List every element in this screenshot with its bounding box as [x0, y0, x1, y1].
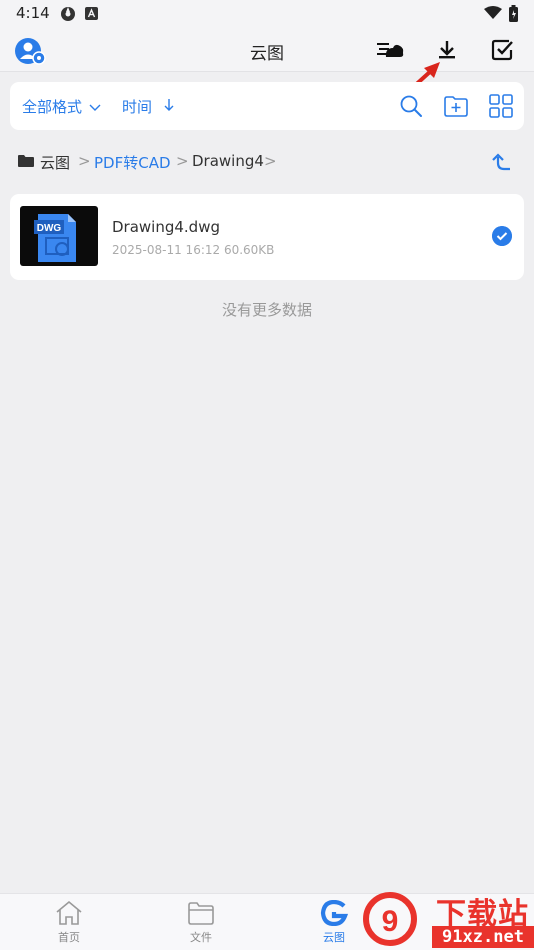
multi-select-icon[interactable]	[489, 37, 517, 63]
breadcrumb-separator: >	[264, 152, 277, 170]
selected-check-icon[interactable]	[492, 226, 512, 246]
svg-text:9: 9	[382, 905, 399, 938]
nav-tab-cloud[interactable]: 云图	[304, 900, 364, 948]
breadcrumb-root[interactable]: 云图	[40, 152, 70, 173]
status-bar: 4:14	[0, 0, 534, 28]
sync-status-icon	[61, 7, 75, 21]
home-icon	[56, 900, 82, 925]
breadcrumb-separator: >	[78, 152, 91, 170]
breadcrumb-current: Drawing4	[192, 152, 264, 170]
folder-icon	[18, 155, 34, 167]
format-filter-label: 全部格式	[22, 98, 83, 116]
file-name: Drawing4.dwg	[112, 218, 220, 236]
sort-time-button[interactable]: 时间	[122, 96, 175, 117]
arrow-down-icon	[164, 99, 174, 111]
app-notification-icon	[85, 7, 98, 20]
search-icon[interactable]	[398, 93, 424, 119]
nav-tab-cloud-label: 云图	[323, 931, 345, 944]
grid-view-icon[interactable]	[488, 93, 514, 119]
filter-toolbar: 全部格式 时间	[10, 82, 524, 130]
parent-folder-up-icon[interactable]	[490, 152, 514, 174]
new-folder-icon[interactable]	[443, 93, 469, 119]
app-header: 云图	[0, 28, 534, 72]
dwg-thumb-label: DWG	[37, 223, 62, 234]
status-time: 4:14	[16, 4, 50, 22]
file-meta: 2025-08-11 16:12 60.60KB	[112, 243, 275, 257]
watermark-url: 91xz.net	[432, 926, 534, 948]
nav-tab-files[interactable]: 文件	[171, 900, 231, 948]
file-list-item[interactable]: DWG Drawing4.dwg 2025-08-11 16:12 60.60K…	[10, 194, 524, 280]
chevron-down-icon	[89, 104, 101, 111]
cloud-drawing-logo-icon	[320, 900, 349, 926]
nav-tab-home-label: 首页	[58, 931, 80, 944]
dwg-file-thumbnail: DWG	[20, 206, 98, 266]
folder-icon	[188, 902, 214, 925]
nav-tab-home[interactable]: 首页	[39, 900, 99, 948]
dwg-file-icon: DWG	[34, 214, 76, 262]
wifi-icon	[484, 6, 502, 19]
battery-icon	[509, 5, 518, 22]
no-more-data-hint: 没有更多数据	[221, 301, 312, 319]
breadcrumb-separator: >	[176, 152, 189, 170]
breadcrumb-folder[interactable]: PDF转CAD	[94, 152, 171, 173]
sort-time-label: 时间	[122, 98, 153, 116]
nav-tab-files-label: 文件	[190, 931, 212, 944]
breadcrumb: 云图 > PDF转CAD > Drawing4 >	[18, 152, 518, 174]
format-filter-dropdown[interactable]: 全部格式	[22, 96, 101, 117]
